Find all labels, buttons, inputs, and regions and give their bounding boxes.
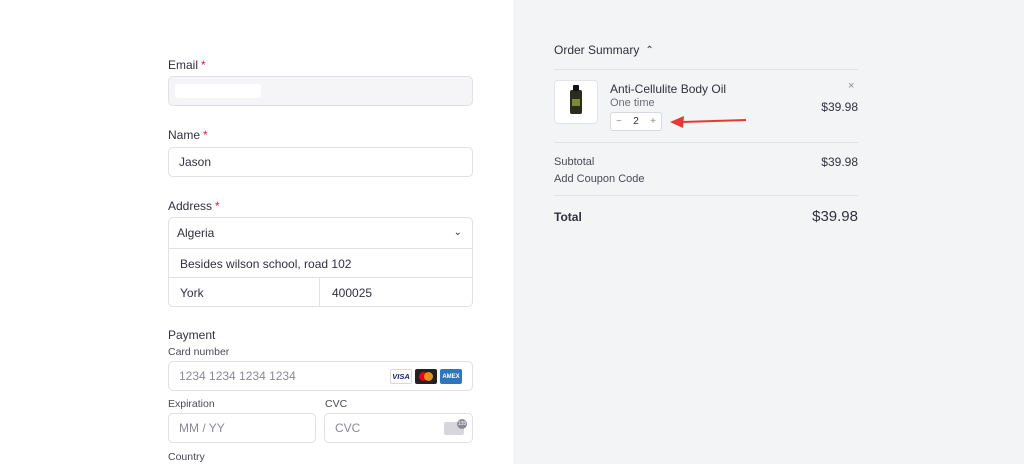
mastercard-icon xyxy=(415,369,437,384)
street-field[interactable]: Besides wilson school, road 102 xyxy=(169,248,472,278)
expiration-placeholder: MM / YY xyxy=(179,421,225,435)
product-thumbnail xyxy=(554,80,598,124)
quantity-stepper[interactable]: − 2 + xyxy=(610,112,662,131)
order-summary-title: Order Summary xyxy=(554,43,640,57)
address-label: Address * xyxy=(168,199,220,213)
divider xyxy=(554,69,858,70)
remove-item-icon[interactable]: × xyxy=(848,80,854,92)
required-mark: * xyxy=(203,128,208,142)
amex-icon: AMEX xyxy=(440,369,462,384)
total-label: Total xyxy=(554,210,582,224)
city-field[interactable]: York xyxy=(169,278,320,307)
required-mark: * xyxy=(201,58,206,72)
quantity-value: 2 xyxy=(633,116,639,127)
product-name: Anti-Cellulite Body Oil xyxy=(610,82,727,96)
address-group: Algeria ⌄ Besides wilson school, road 10… xyxy=(168,217,473,307)
city-zip-row: York 400025 xyxy=(169,277,472,307)
card-number-input[interactable]: 1234 1234 1234 1234 VISA AMEX xyxy=(168,361,473,391)
email-value-redacted xyxy=(175,84,261,98)
divider xyxy=(554,142,858,143)
order-summary-toggle[interactable]: Order Summary ⌃ xyxy=(554,43,654,57)
decrement-button[interactable]: − xyxy=(616,116,622,127)
product-frequency: One time xyxy=(610,97,655,109)
payment-heading: Payment xyxy=(168,328,216,342)
cvc-placeholder: CVC xyxy=(335,421,361,435)
zip-field[interactable]: 400025 xyxy=(320,278,472,307)
name-value: Jason xyxy=(179,155,212,169)
address-label-text: Address xyxy=(168,199,213,213)
increment-button[interactable]: + xyxy=(650,116,656,127)
name-field[interactable]: Jason xyxy=(168,147,473,177)
cvc-input[interactable]: CVC 135 xyxy=(324,413,473,443)
email-label-text: Email xyxy=(168,58,199,72)
visa-icon: VISA xyxy=(390,369,412,384)
product-price: $39.98 xyxy=(821,100,858,114)
subtotal-value: $39.98 xyxy=(821,155,858,169)
chevron-down-icon: ⌄ xyxy=(453,227,462,238)
city-value: York xyxy=(180,285,204,300)
cvc-card-icon: 135 xyxy=(444,419,467,435)
oil-bottle-image xyxy=(570,85,582,114)
name-label-text: Name xyxy=(168,128,201,142)
country-label: Country xyxy=(168,451,205,463)
email-field[interactable] xyxy=(168,76,473,106)
country-value: Algeria xyxy=(177,226,215,240)
email-label: Email * xyxy=(168,58,206,72)
card-brand-logos: VISA AMEX xyxy=(390,369,462,384)
subtotal-label: Subtotal xyxy=(554,156,595,168)
cvc-label: CVC xyxy=(325,398,348,410)
zip-value: 400025 xyxy=(332,285,373,300)
add-coupon-link[interactable]: Add Coupon Code xyxy=(554,173,645,185)
annotation-arrow-icon xyxy=(670,116,747,128)
total-value: $39.98 xyxy=(812,208,858,225)
chevron-up-icon: ⌃ xyxy=(645,44,654,56)
country-select[interactable]: Algeria ⌄ xyxy=(169,218,472,248)
expiration-label: Expiration xyxy=(168,398,215,410)
expiration-input[interactable]: MM / YY xyxy=(168,413,316,443)
required-mark: * xyxy=(215,199,220,213)
card-number-label: Card number xyxy=(168,346,230,358)
street-value: Besides wilson school, road 102 xyxy=(180,256,352,271)
card-number-placeholder: 1234 1234 1234 1234 xyxy=(179,369,296,383)
divider xyxy=(554,195,858,196)
name-label: Name * xyxy=(168,128,208,142)
